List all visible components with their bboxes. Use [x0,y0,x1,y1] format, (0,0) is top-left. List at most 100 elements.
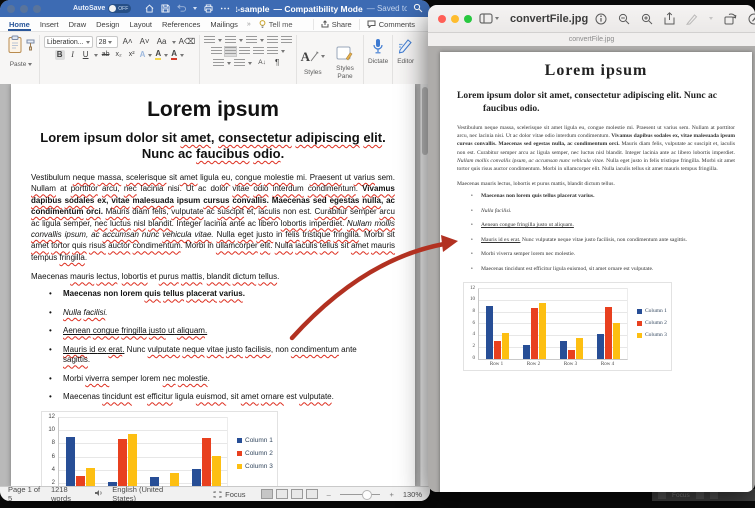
zoom-out-label[interactable]: – [327,490,331,499]
zoom-button[interactable] [33,5,41,13]
background-focus-label: Focus [672,492,690,499]
autosave-switch[interactable]: OFF [108,4,131,13]
zoom-in-icon[interactable] [641,13,653,25]
sidebar-toggle-button[interactable] [479,13,499,24]
share-icon[interactable] [664,12,675,25]
subscript-button[interactable]: x₂ [114,50,124,60]
word-document-page[interactable]: Lorem ipsum Lorem ipsum dolor sit amet, … [11,84,415,487]
styles-pane-button[interactable]: Styles Pane [331,42,359,79]
paste-chevron-icon[interactable] [28,63,32,66]
numbered-list-chevron-icon[interactable] [239,39,243,42]
tab-references[interactable]: References [161,18,201,31]
styles-button[interactable]: A Styles [301,46,325,76]
italic-button[interactable]: I [68,50,78,60]
font-color-button[interactable]: A [171,50,177,60]
save-icon[interactable] [161,4,170,13]
bullet-list-chevron-icon[interactable] [218,39,222,42]
tab-insert[interactable]: Insert [39,18,60,31]
comments-button[interactable]: Comments [359,19,422,30]
shading-chevron-icon[interactable] [227,62,231,65]
rotate-icon[interactable] [724,13,737,25]
preview-content-area[interactable]: Lorem ipsum Lorem ipsum dolor sit amet, … [428,46,755,492]
align-center-button[interactable] [225,47,236,56]
highlight-color-button[interactable]: A [155,50,161,60]
home-icon[interactable] [145,4,154,13]
strikethrough-button[interactable]: ab [101,50,111,60]
autosave-toggle[interactable]: AutoSave OFF [73,4,131,13]
search-icon[interactable] [413,0,423,18]
highlight-chevron-icon[interactable] [164,54,168,57]
focus-button[interactable]: Focus [213,490,245,499]
text-effects-chevron-icon[interactable] [148,54,152,57]
shading-button[interactable] [213,59,224,68]
increase-indent-button[interactable] [281,36,292,45]
print-icon[interactable] [204,4,213,13]
tell-me-button[interactable]: Tell me [259,20,293,29]
align-right-button[interactable] [239,47,250,56]
bullet-list-button[interactable] [204,36,215,45]
zoom-slider[interactable] [340,494,381,495]
shrink-font-button[interactable]: A˅ [138,37,152,47]
underline-chevron-icon[interactable] [94,54,98,57]
more-tabs-chevron-icon[interactable]: » [247,21,251,28]
info-icon[interactable] [595,13,607,25]
dictate-button[interactable]: Dictate [368,35,388,65]
minimize-button[interactable] [451,15,459,23]
markup-pencil-icon[interactable] [686,13,698,25]
zoom-percent[interactable]: 130% [403,490,422,499]
annotate-icon[interactable] [748,13,755,25]
view-print-layout-button[interactable] [276,489,288,499]
decrease-indent-button[interactable] [267,36,278,45]
undo-menu-chevron-icon[interactable] [193,7,197,10]
change-case-chevron-icon[interactable] [172,41,176,44]
show-paragraph-marks-button[interactable]: ¶ [272,58,282,68]
grow-font-button[interactable]: A˄ [121,37,135,47]
multilevel-list-button[interactable] [246,36,257,45]
undo-icon[interactable] [177,4,186,13]
numbered-list-button[interactable] [225,36,236,45]
font-name-select[interactable]: Liberation... [44,36,93,48]
change-case-button[interactable]: Aa [155,37,169,47]
borders-chevron-icon[interactable] [248,62,252,65]
superscript-button[interactable]: x² [127,50,137,60]
zoom-in-label[interactable]: + [389,490,393,499]
font-color-chevron-icon[interactable] [180,54,184,57]
close-button[interactable] [7,5,15,13]
tab-home[interactable]: Home [8,18,31,31]
multilevel-list-chevron-icon[interactable] [260,39,264,42]
tab-draw[interactable]: Draw [68,18,88,31]
bold-button[interactable]: B [55,50,65,60]
zoom-slider-knob[interactable] [362,490,372,500]
more-icon[interactable] [220,4,230,13]
tab-mailings[interactable]: Mailings [209,18,239,31]
word-embedded-chart[interactable]: 024681012Column 1Column 2Column 3Row 1Ro… [41,411,395,487]
page-indicator[interactable]: Page 1 of 5 [8,485,42,501]
minimize-button[interactable] [20,5,28,13]
borders-button[interactable] [234,59,245,68]
text-effects-button[interactable]: A [140,51,146,59]
share-button[interactable]: Share [313,19,359,30]
read-aloud-icon[interactable] [94,489,103,499]
align-left-button[interactable] [211,47,222,56]
sort-button[interactable]: A↓ [255,58,269,68]
justify-button[interactable] [253,47,264,56]
editor-button[interactable]: Editor [397,35,414,65]
close-button[interactable] [438,15,446,23]
tab-design[interactable]: Design [95,18,120,31]
view-outline-button[interactable] [306,489,318,499]
zoom-out-icon[interactable] [618,13,630,25]
zoom-button[interactable] [464,15,472,23]
line-spacing-button[interactable] [267,47,278,56]
font-size-select[interactable]: 28 [96,36,118,48]
language-indicator[interactable]: English (United States) [112,485,180,501]
word-count[interactable]: 1218 words [51,485,85,501]
markup-chevron-icon[interactable] [709,17,713,20]
underline-button[interactable]: U [81,50,91,60]
view-web-button[interactable] [291,489,303,499]
tab-layout[interactable]: Layout [128,18,153,31]
paste-button[interactable] [7,35,23,59]
format-painter-icon[interactable] [26,38,35,56]
line-spacing-chevron-icon[interactable] [281,50,285,53]
view-draft-button[interactable] [261,489,273,499]
clear-formatting-button[interactable]: A⌫ [179,37,195,47]
